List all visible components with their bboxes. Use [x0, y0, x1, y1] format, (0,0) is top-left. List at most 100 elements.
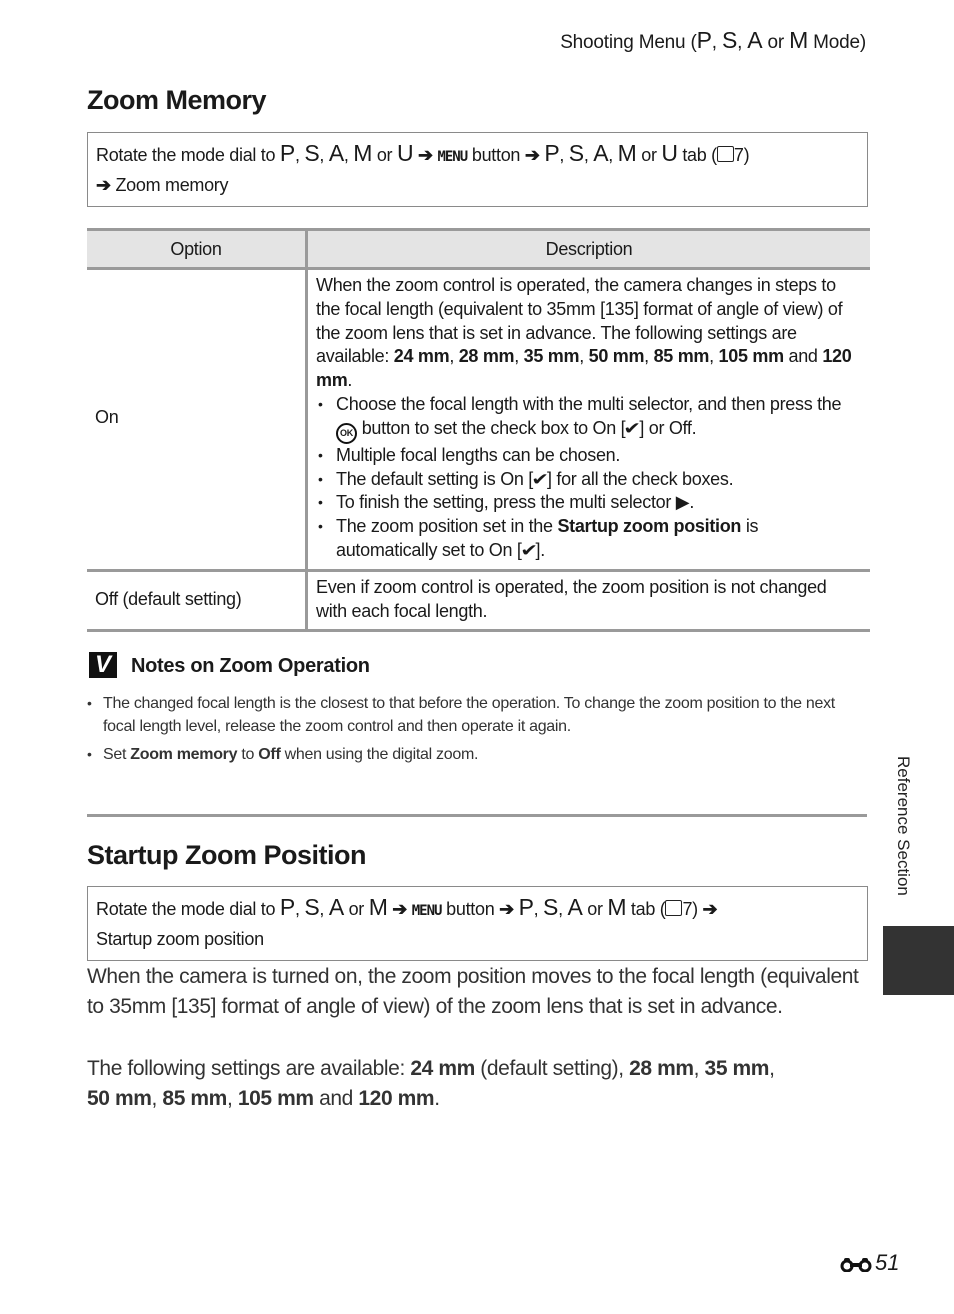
- mode-s: S: [543, 894, 559, 920]
- check-icon: ✔: [531, 469, 549, 489]
- check-icon: ✔: [623, 418, 642, 438]
- mode-u: U: [661, 140, 678, 166]
- mode-m: M: [353, 140, 373, 166]
- list-item: The changed focal length is the closest …: [87, 692, 867, 738]
- mode-a: A: [328, 140, 344, 166]
- mode-p: P: [279, 140, 295, 166]
- book-icon: [716, 146, 734, 162]
- bullet-text: ] or Off.: [639, 417, 697, 438]
- bullet-text: To finish the setting, press the multi s…: [336, 492, 676, 513]
- setting-value: 28 mm: [458, 346, 515, 367]
- setting-value: 50 mm: [588, 346, 645, 367]
- notes-list: The changed focal length is the closest …: [87, 692, 867, 771]
- setting-value: 24 mm: [393, 346, 450, 367]
- mode-s: S: [304, 894, 320, 920]
- or-text: or: [372, 145, 397, 165]
- startup-zoom-heading: Startup Zoom Position: [87, 840, 367, 870]
- binoculars-icon: [840, 1258, 872, 1272]
- mode-m: M: [607, 894, 627, 920]
- table-row: Off (default setting) Even if zoom contr…: [87, 570, 870, 633]
- mode-s: S: [304, 140, 320, 166]
- setting-value: 120 mm: [358, 1086, 435, 1110]
- sep: ,: [737, 32, 748, 53]
- startup-zoom-paragraph-2: The following settings are available: 24…: [87, 1057, 775, 1110]
- note-text: to: [237, 746, 259, 763]
- page-number-text: 51: [875, 1250, 900, 1275]
- bullet-list: Choose the focal length with the multi s…: [316, 393, 862, 563]
- mode-p: P: [544, 140, 560, 166]
- paragraph-text: (default setting),: [474, 1057, 630, 1080]
- option-on-description: When the zoom control is operated, the c…: [306, 268, 870, 572]
- page-ref-link[interactable]: 7): [682, 899, 698, 919]
- setting-value: 50 mm: [87, 1086, 152, 1110]
- mode-s: S: [568, 140, 584, 166]
- arrow-right-icon: ➔: [387, 899, 412, 919]
- running-head-prefix: Shooting Menu (: [560, 32, 697, 53]
- option-off-description: Even if zoom control is operated, the zo…: [306, 570, 870, 633]
- list-item: Choose the focal length with the multi s…: [316, 393, 862, 444]
- column-header-option: Option: [87, 228, 308, 270]
- list-item: The zoom position set in the Startup zoo…: [316, 515, 862, 563]
- list-item: Set Zoom memory to Off when using the di…: [87, 743, 867, 766]
- nav-item: Startup zoom position: [96, 929, 264, 949]
- zoom-memory-nav-box: Rotate the mode dial to P, S, A, M or U …: [87, 132, 868, 207]
- page-number: 51: [840, 1250, 899, 1276]
- zoom-memory-options-table: Option Description On When the zoom cont…: [87, 228, 870, 633]
- button-text: button: [441, 899, 495, 919]
- check-icon: ✔: [519, 540, 538, 560]
- mode-a: A: [747, 27, 763, 53]
- section-thumb-tab: [883, 926, 954, 995]
- mode-p: P: [518, 894, 534, 920]
- running-head-suffix: Mode): [808, 32, 866, 53]
- arrow-right-icon: ➔: [413, 145, 438, 165]
- running-head: Shooting Menu (P, S, A or M Mode): [560, 27, 866, 54]
- mode-p: P: [279, 894, 295, 920]
- setting-value: 28 mm: [629, 1057, 694, 1080]
- nav-item: Zoom memory: [115, 175, 229, 195]
- multi-selector-right-icon: ▶: [675, 492, 690, 513]
- nav-text: Rotate the mode dial to: [96, 145, 280, 165]
- startup-zoom-nav-box: Rotate the mode dial to P, S, A or M ➔ M…: [87, 886, 868, 961]
- paragraph-text: The following settings are available:: [87, 1057, 411, 1080]
- note-check-icon: V: [89, 652, 117, 678]
- note-text: The changed focal length is the closest …: [103, 695, 835, 735]
- bold-term: Startup zoom position: [557, 516, 742, 537]
- setting-value: 85 mm: [653, 346, 710, 367]
- setting-value: 35 mm: [523, 346, 580, 367]
- and-text: and: [783, 346, 823, 367]
- mode-m: M: [789, 27, 809, 53]
- sep: ,: [711, 32, 722, 53]
- ok-button-icon: OK: [336, 422, 357, 444]
- setting-value: 85 mm: [162, 1086, 227, 1110]
- mode-m: M: [617, 140, 637, 166]
- bold-term: Off: [258, 746, 281, 763]
- arrow-right-icon: ➔: [96, 175, 116, 195]
- bullet-text: Choose the focal length with the multi s…: [336, 393, 842, 414]
- setting-value: 24 mm: [410, 1057, 475, 1080]
- section-side-label: Reference Section: [894, 756, 913, 896]
- bullet-text: The zoom position set in the: [336, 516, 558, 537]
- tab-text: tab (: [626, 899, 666, 919]
- mode-s: S: [721, 27, 738, 53]
- note-text: when using the digital zoom.: [280, 746, 479, 763]
- menu-button-icon: MENU: [437, 149, 468, 165]
- option-on: On: [87, 268, 308, 572]
- menu-button-icon: MENU: [411, 903, 443, 919]
- page-ref-link[interactable]: 7): [734, 145, 750, 165]
- setting-value: 35 mm: [704, 1057, 770, 1080]
- book-icon: [665, 900, 683, 916]
- mode-p: P: [696, 27, 712, 53]
- setting-value: 105 mm: [718, 346, 785, 367]
- list-item: To finish the setting, press the multi s…: [316, 491, 862, 515]
- arrow-right-icon: ➔: [494, 899, 519, 919]
- and-text: and: [313, 1086, 359, 1110]
- or-text: or: [343, 899, 369, 919]
- table-header-row: Option Description: [87, 228, 870, 270]
- note-text: Set: [103, 746, 131, 763]
- mode-a: A: [567, 894, 583, 920]
- button-text: button: [467, 145, 521, 165]
- list-item: Multiple focal lengths can be chosen.: [316, 444, 862, 468]
- section-divider: [87, 814, 867, 817]
- bold-term: Zoom memory: [130, 746, 238, 763]
- bullet-text: The default setting is On [: [336, 468, 534, 489]
